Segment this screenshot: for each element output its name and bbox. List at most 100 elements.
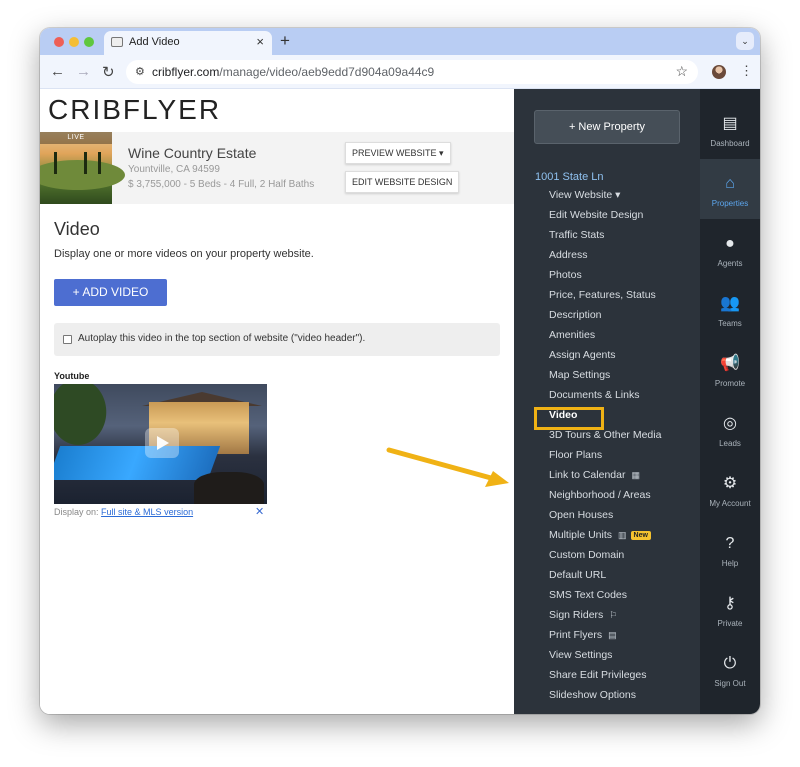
- sidebar-item[interactable]: 📢 Promote: [700, 339, 760, 399]
- menu-item-label: Multiple Units: [549, 529, 613, 541]
- browser-menu-icon[interactable]: ⋮: [740, 63, 753, 79]
- menu-item[interactable]: Sign Riders ⚐: [549, 609, 617, 621]
- menu-item[interactable]: Print Flyers ▤: [549, 629, 617, 641]
- url-path: /manage/video/aeb9edd7d904a09a44c9: [219, 65, 435, 79]
- sidebar-item-label: Leads: [719, 439, 741, 448]
- address-bar[interactable]: ⚙ cribflyer.com/manage/video/aeb9edd7d90…: [126, 60, 698, 84]
- add-video-button[interactable]: + ADD VIDEO: [54, 279, 167, 306]
- menu-item[interactable]: Traffic Stats: [549, 229, 604, 241]
- property-header: LIVE Wine Country Estate Yountville, CA …: [40, 132, 514, 204]
- menu-item[interactable]: View Website ▾: [549, 189, 620, 201]
- cribflyer-logo[interactable]: CRIBFLYER: [48, 94, 221, 126]
- menu-item[interactable]: Neighborhood / Areas: [549, 489, 651, 501]
- menu-item[interactable]: Amenities: [549, 329, 595, 341]
- menu-item[interactable]: Multiple Units ▥ New: [549, 529, 651, 541]
- page-description: Display one or more videos on your prope…: [54, 248, 314, 260]
- sidebar-item-label: Teams: [718, 319, 742, 328]
- teams-icon: 👥: [720, 295, 740, 312]
- menu-item-icon: ⚐: [609, 610, 618, 620]
- sidebar-item-label: Sign Out: [714, 679, 746, 688]
- sidebar-item[interactable]: ⚷ Private: [700, 579, 760, 639]
- menu-item[interactable]: Custom Domain: [549, 549, 624, 561]
- property-address: Yountville, CA 94599: [128, 164, 220, 175]
- sidebar-item-label: Help: [721, 559, 739, 568]
- bookmark-star-icon[interactable]: ☆: [675, 63, 688, 80]
- url-text[interactable]: cribflyer.com/manage/video/aeb9edd7d904a…: [152, 65, 434, 79]
- menu-item[interactable]: Open Houses: [549, 509, 613, 521]
- menu-item[interactable]: Price, Features, Status: [549, 289, 656, 301]
- menu-item[interactable]: Default URL: [549, 569, 606, 581]
- sidebar-item[interactable]: ⌂ Properties: [700, 159, 760, 219]
- menu-item[interactable]: Documents & Links: [549, 389, 639, 401]
- zoom-window-button[interactable]: [84, 37, 94, 47]
- menu-item[interactable]: 3D Tours & Other Media: [549, 429, 661, 441]
- property-menu: + New Property 1001 State Ln View Websit…: [514, 89, 700, 714]
- property-thumbnail[interactable]: LIVE: [40, 132, 125, 204]
- site-info-icon[interactable]: ⚙: [135, 65, 145, 78]
- menu-item[interactable]: Description: [549, 309, 602, 321]
- autoplay-option: Autoplay this video in the top section o…: [54, 323, 500, 356]
- tab-search-button[interactable]: ⌄: [736, 32, 754, 50]
- sidebar-item[interactable]: ⏻ Sign Out: [700, 639, 760, 699]
- menu-item[interactable]: Link to Calendar ▦: [549, 469, 640, 481]
- dashboard-icon: ▤: [722, 115, 738, 132]
- gear-icon: ⚙: [722, 475, 738, 492]
- video-pool-shape: [54, 446, 221, 480]
- autoplay-checkbox[interactable]: [63, 335, 72, 344]
- reload-button[interactable]: ↻: [102, 63, 115, 81]
- browser-toolbar: ← → ↻ ⚙ cribflyer.com/manage/video/aeb9e…: [40, 55, 760, 89]
- property-heading[interactable]: 1001 State Ln: [535, 171, 604, 183]
- minimize-window-button[interactable]: [69, 37, 79, 47]
- sidebar-item[interactable]: 👥 Teams: [700, 279, 760, 339]
- menu-item[interactable]: Photos: [549, 269, 582, 281]
- menu-item[interactable]: Floor Plans: [549, 449, 602, 461]
- menu-item-label: Default URL: [549, 569, 607, 581]
- menu-item-label: Print Flyers: [549, 629, 603, 641]
- menu-item-label: Floor Plans: [549, 449, 603, 461]
- property-name: Wine Country Estate: [128, 145, 257, 161]
- video-source-label: Youtube: [54, 371, 90, 381]
- back-button[interactable]: ←: [50, 63, 65, 80]
- video-thumbnail[interactable]: [54, 384, 267, 504]
- tab-strip: Add Video × + ⌄: [40, 28, 760, 55]
- menu-item[interactable]: Slideshow Options: [549, 689, 636, 701]
- play-icon[interactable]: [145, 428, 179, 458]
- profile-avatar[interactable]: [712, 65, 726, 79]
- menu-item-icon: ▤: [608, 630, 617, 640]
- sidebar-item[interactable]: ▤ Dashboard: [700, 99, 760, 159]
- thumbnail-tree: [54, 152, 57, 174]
- sidebar-item[interactable]: ⚙ My Account: [700, 459, 760, 519]
- menu-item[interactable]: View Settings: [549, 649, 612, 661]
- menu-item[interactable]: SMS Text Codes: [549, 589, 627, 601]
- browser-tab[interactable]: Add Video ×: [104, 31, 272, 55]
- new-property-button[interactable]: + New Property: [534, 110, 680, 144]
- menu-item[interactable]: Assign Agents: [549, 349, 616, 361]
- new-tab-button[interactable]: +: [280, 31, 290, 51]
- sidebar-item[interactable]: ? Help: [700, 519, 760, 579]
- thumbnail-tree: [98, 152, 101, 174]
- display-on-link[interactable]: Full site & MLS version: [101, 507, 193, 517]
- preview-website-button[interactable]: PREVIEW WEBSITE ▾: [345, 142, 451, 164]
- menu-item-label: Amenities: [549, 329, 596, 341]
- property-meta: $ 3,755,000 - 5 Beds - 4 Full, 2 Half Ba…: [128, 179, 315, 190]
- menu-item[interactable]: Edit Website Design: [549, 209, 643, 221]
- menu-item-label: Custom Domain: [549, 549, 625, 561]
- main-panel: CRIBFLYER LIVE Wine Country Estate Yount…: [40, 89, 514, 714]
- edit-website-design-button[interactable]: EDIT WEBSITE DESIGN: [345, 171, 460, 193]
- close-tab-icon[interactable]: ×: [256, 34, 264, 49]
- sidebar-item[interactable]: ◎ Leads: [700, 399, 760, 459]
- sidebar-item[interactable]: ● Agents: [700, 219, 760, 279]
- close-window-button[interactable]: [54, 37, 64, 47]
- autoplay-label[interactable]: Autoplay this video in the top section o…: [78, 333, 365, 344]
- menu-item[interactable]: Share Edit Privileges: [549, 669, 646, 681]
- forward-button[interactable]: →: [76, 63, 91, 80]
- menu-item[interactable]: Map Settings: [549, 369, 610, 381]
- agent-icon: ●: [725, 235, 735, 252]
- thumbnail-tree: [84, 152, 87, 174]
- play-triangle: [157, 436, 169, 450]
- menu-item[interactable]: Address: [549, 249, 588, 261]
- menu-item-label: Link to Calendar: [549, 469, 626, 481]
- menu-item-label: Photos: [549, 269, 582, 281]
- menu-item-label: View Settings: [549, 649, 613, 661]
- remove-video-icon[interactable]: ✕: [255, 505, 264, 518]
